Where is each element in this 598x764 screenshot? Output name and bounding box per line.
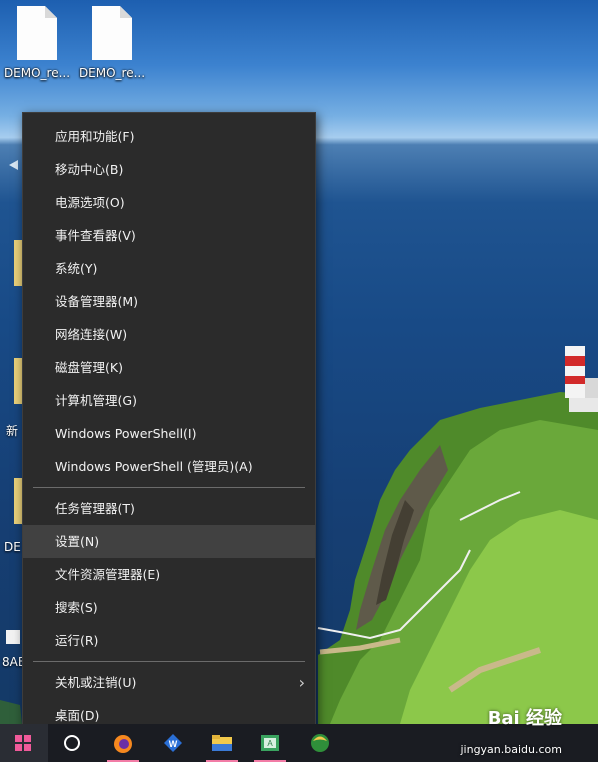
kingsoft-app-icon xyxy=(311,734,329,752)
taskbar-firefox[interactable] xyxy=(103,724,143,762)
menu-separator xyxy=(33,487,305,488)
text-file-icon-partial[interactable] xyxy=(6,630,20,644)
menu-item-computer-management[interactable]: 计算机管理(G) xyxy=(23,384,315,417)
desktop-file-icon-2[interactable]: DEMO_re... xyxy=(77,6,147,80)
windows-logo-icon xyxy=(15,735,31,751)
document-icon xyxy=(92,6,132,60)
menu-item-apps-features[interactable]: 应用和功能(F) xyxy=(23,120,315,153)
taskbar-wps[interactable]: W xyxy=(153,724,193,762)
start-button[interactable] xyxy=(0,724,48,762)
menu-item-event-viewer[interactable]: 事件查看器(V) xyxy=(23,219,315,252)
cortana-search-icon[interactable] xyxy=(64,735,80,751)
desktop-file-icon-1[interactable]: DEMO_re... xyxy=(2,6,72,80)
menu-item-search[interactable]: 搜索(S) xyxy=(23,591,315,624)
desktop-file-label: DEMO_re... xyxy=(3,66,71,80)
menu-item-powershell-admin[interactable]: Windows PowerShell (管理员)(A) xyxy=(23,450,315,483)
folder-icon xyxy=(212,735,232,751)
menu-item-label: 关机或注销(U) xyxy=(55,675,137,690)
watermark-url: jingyan.baidu.com xyxy=(460,743,562,756)
taskbar: W A Bai 经验 jingyan.baidu.com xyxy=(0,708,598,762)
left-arrow-icon xyxy=(9,160,18,170)
folder-icon-partial[interactable] xyxy=(14,358,22,404)
menu-item-powershell[interactable]: Windows PowerShell(I) xyxy=(23,417,315,450)
firefox-icon xyxy=(114,735,132,753)
desktop-file-label: DEMO_re... xyxy=(78,66,146,80)
winx-context-menu: 应用和功能(F) 移动中心(B) 电源选项(O) 事件查看器(V) 系统(Y) … xyxy=(22,112,316,738)
svg-text:A: A xyxy=(267,739,273,748)
menu-item-shutdown-signout[interactable]: 关机或注销(U) › xyxy=(23,666,315,699)
document-icon xyxy=(17,6,57,60)
menu-item-run[interactable]: 运行(R) xyxy=(23,624,315,657)
menu-item-disk-management[interactable]: 磁盘管理(K) xyxy=(23,351,315,384)
svg-text:W: W xyxy=(169,739,178,749)
menu-item-settings[interactable]: 设置(N) xyxy=(23,525,315,558)
chevron-right-icon: › xyxy=(298,673,305,692)
wps-writer-icon: W xyxy=(164,734,182,752)
menu-item-mobility-center[interactable]: 移动中心(B) xyxy=(23,153,315,186)
desktop-label-partial: 新 xyxy=(6,424,19,438)
desktop-label-partial: DE xyxy=(4,540,21,554)
folder-icon-partial[interactable] xyxy=(14,240,22,286)
taskbar-image-app[interactable]: A xyxy=(250,724,290,762)
taskbar-file-explorer[interactable] xyxy=(202,724,242,762)
menu-item-network-connections[interactable]: 网络连接(W) xyxy=(23,318,315,351)
menu-item-system[interactable]: 系统(Y) xyxy=(23,252,315,285)
menu-item-file-explorer[interactable]: 文件资源管理器(E) xyxy=(23,558,315,591)
menu-item-power-options[interactable]: 电源选项(O) xyxy=(23,186,315,219)
image-editor-icon: A xyxy=(261,735,279,751)
baidu-jingyan-watermark: Bai 经验 xyxy=(487,708,562,729)
file-icon-partial[interactable] xyxy=(14,478,22,524)
menu-item-task-manager[interactable]: 任务管理器(T) xyxy=(23,492,315,525)
menu-item-device-manager[interactable]: 设备管理器(M) xyxy=(23,285,315,318)
taskbar-kingsoft-app[interactable] xyxy=(300,724,340,762)
menu-separator xyxy=(33,661,305,662)
